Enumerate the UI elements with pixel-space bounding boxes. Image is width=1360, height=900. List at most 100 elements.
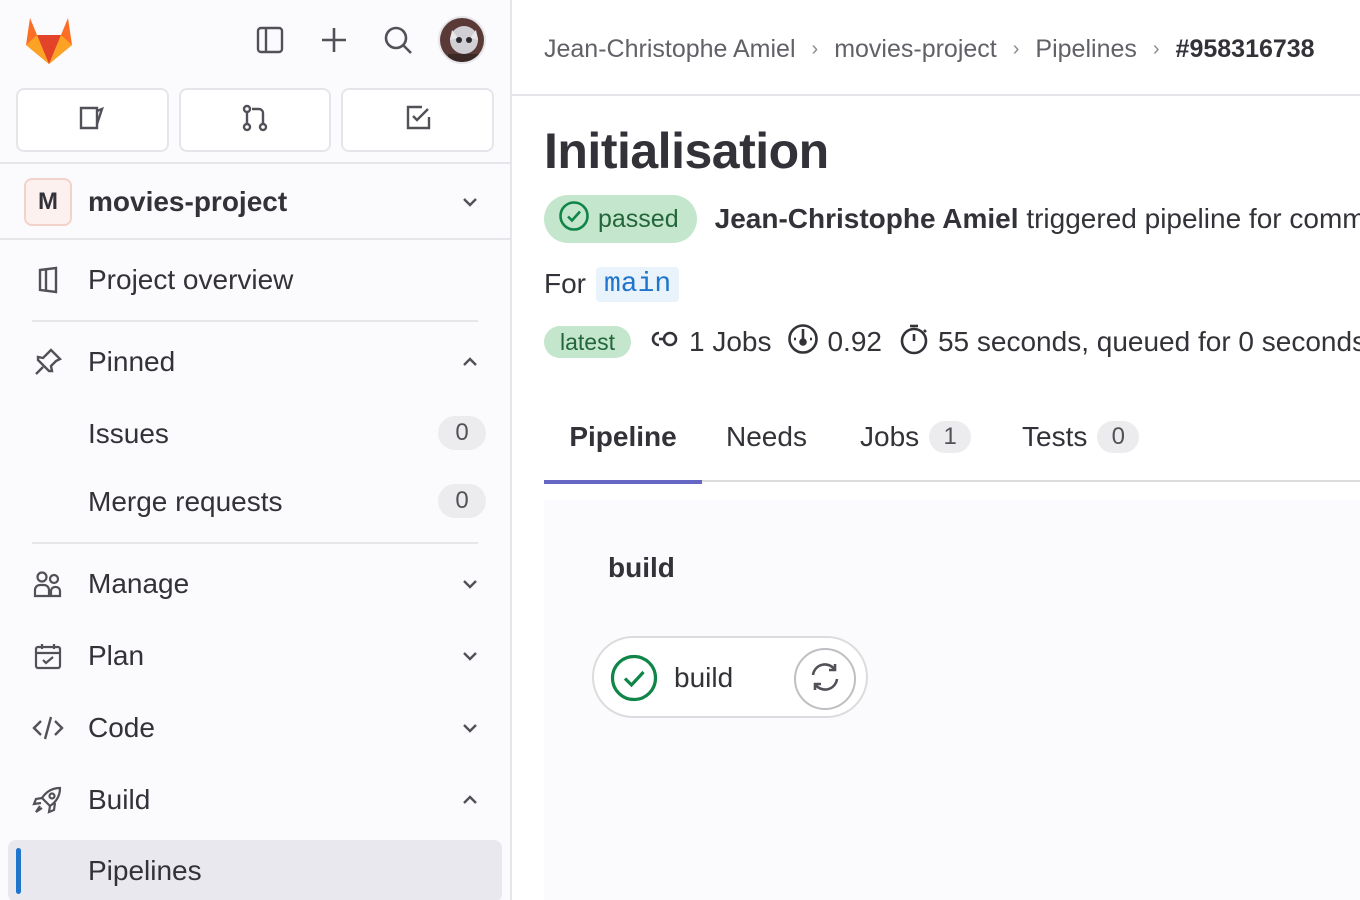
calendar-icon <box>30 638 66 674</box>
nav-pinned[interactable]: Pinned <box>0 330 510 394</box>
code-icon <box>30 710 66 746</box>
branch-row: For main <box>544 264 680 304</box>
trigger-text: Jean-Christophe Amiel triggered pipeline… <box>715 203 1360 235</box>
sidebar: M movies-project Project overview Pinned… <box>0 0 512 900</box>
nav-label: Manage <box>88 568 190 599</box>
jobs-count: 1 Jobs <box>688 326 772 357</box>
sidebar-toggle-icon[interactable] <box>252 18 288 62</box>
chevron-down-icon <box>456 714 484 742</box>
pipeline-meta-row: latest 1 Jobs 0.92 55 seconds, queued fo… <box>544 322 1360 362</box>
project-avatar: M <box>24 178 72 226</box>
duration-value: 55 seconds, queued for 0 seconds <box>937 326 1360 357</box>
timer-icon <box>898 323 930 362</box>
dashboard-icon <box>787 323 819 362</box>
chevron-up-icon <box>456 786 484 814</box>
chevron-right-icon: › <box>1012 37 1020 60</box>
tab-jobs[interactable]: Jobs 1 <box>860 392 972 482</box>
nav-code[interactable]: Code <box>0 696 510 760</box>
branch-link[interactable]: main <box>596 266 680 302</box>
issues-icon <box>77 103 107 138</box>
user-avatar[interactable] <box>438 16 486 64</box>
check-circle-icon <box>558 200 590 239</box>
tab-label: Pipeline <box>569 421 677 452</box>
pipeline-status-row: passed Jean-Christophe Amiel triggered p… <box>544 194 1360 244</box>
jobs-meta: 1 Jobs <box>647 326 772 358</box>
nav-pipelines[interactable]: Pipelines <box>8 840 502 900</box>
tab-tests[interactable]: Tests 0 <box>1022 392 1140 482</box>
merge-requests-count-badge: 0 <box>438 484 486 518</box>
nav-manage[interactable]: Manage <box>0 552 510 616</box>
tab-needs[interactable]: Needs <box>726 392 807 482</box>
main-content: Jean-Christophe Amiel › movies-project ›… <box>512 0 1360 900</box>
chevron-down-icon <box>456 188 484 216</box>
tests-count-badge: 0 <box>1097 421 1140 453</box>
jobs-count-badge: 1 <box>929 421 972 453</box>
issues-count-badge: 0 <box>438 416 486 450</box>
tab-label: Jobs <box>860 421 920 452</box>
job-build[interactable]: build <box>592 636 868 718</box>
status-badge[interactable]: passed <box>544 195 697 243</box>
plus-icon[interactable] <box>316 18 352 62</box>
active-indicator <box>16 848 21 894</box>
status-label: passed <box>598 204 679 233</box>
nav-label: Code <box>88 712 155 743</box>
duration-meta: 55 seconds, queued for 0 seconds <box>898 323 1360 362</box>
nav-build[interactable]: Build <box>0 768 510 832</box>
pipeline-graph: build build <box>544 500 1360 900</box>
project-name: movies-project <box>88 186 288 217</box>
breadcrumb-user[interactable]: Jean-Christophe Amiel <box>544 35 796 64</box>
chevron-right-icon: › <box>811 37 819 60</box>
trigger-description: triggered pipeline for commit <box>1018 203 1360 234</box>
assigned-issues-button[interactable] <box>16 88 169 152</box>
trigger-user-link[interactable]: Jean-Christophe Amiel <box>715 203 1019 234</box>
header-divider <box>512 94 1360 96</box>
chevron-up-icon <box>456 348 484 376</box>
tab-label: Needs <box>726 421 807 452</box>
merge-requests-button[interactable] <box>178 88 332 152</box>
tab-pipeline[interactable]: Pipeline <box>544 392 702 484</box>
stage-title: build <box>608 552 675 583</box>
retry-icon <box>808 660 842 699</box>
search-icon[interactable] <box>380 18 416 62</box>
nav-label: Pinned <box>88 346 176 377</box>
chevron-down-icon <box>456 642 484 670</box>
pipeline-tabs: Pipeline Needs Jobs 1 Tests 0 <box>544 392 1360 484</box>
breadcrumb-project[interactable]: movies-project <box>834 35 997 64</box>
project-icon <box>30 262 66 298</box>
todo-icon <box>403 103 433 138</box>
nav-project-overview[interactable]: Project overview <box>0 248 510 312</box>
nav-issues[interactable]: Issues 0 <box>0 402 510 466</box>
project-switcher[interactable]: M movies-project <box>0 162 510 240</box>
gitlab-logo-icon[interactable] <box>22 14 76 66</box>
breadcrumb-pipelines[interactable]: Pipelines <box>1035 35 1136 64</box>
thumbtack-icon <box>30 344 66 380</box>
compute-meta: 0.92 <box>787 323 882 362</box>
retry-job-button[interactable] <box>794 648 856 710</box>
nav-label: Pipelines <box>88 855 202 886</box>
for-label: For <box>544 268 586 299</box>
nav-label: Issues <box>88 418 169 449</box>
quick-actions <box>16 88 495 152</box>
nav-plan[interactable]: Plan <box>0 624 510 688</box>
compute-value: 0.92 <box>827 326 882 357</box>
success-status-icon <box>610 654 658 702</box>
latest-badge: latest <box>544 326 631 358</box>
tab-label: Tests <box>1022 421 1088 452</box>
breadcrumb: Jean-Christophe Amiel › movies-project ›… <box>544 32 1315 66</box>
divider <box>32 542 478 544</box>
nav-merge-requests[interactable]: Merge requests 0 <box>0 470 510 534</box>
users-icon <box>30 566 66 602</box>
todos-button[interactable] <box>341 88 495 152</box>
job-name: build <box>674 662 734 693</box>
chevron-right-icon: › <box>1152 37 1160 60</box>
sidebar-topbar <box>0 0 510 82</box>
merge-request-icon <box>240 103 270 138</box>
nav-label: Project overview <box>88 264 294 295</box>
rocket-icon <box>30 782 66 818</box>
nav-label: Build <box>88 784 151 815</box>
pipeline-icon <box>647 326 681 358</box>
breadcrumb-pipeline-id[interactable]: #958316738 <box>1176 35 1315 64</box>
page-title: Initialisation <box>544 123 829 179</box>
nav-label: Merge requests <box>88 486 283 517</box>
nav-label: Plan <box>88 640 145 671</box>
